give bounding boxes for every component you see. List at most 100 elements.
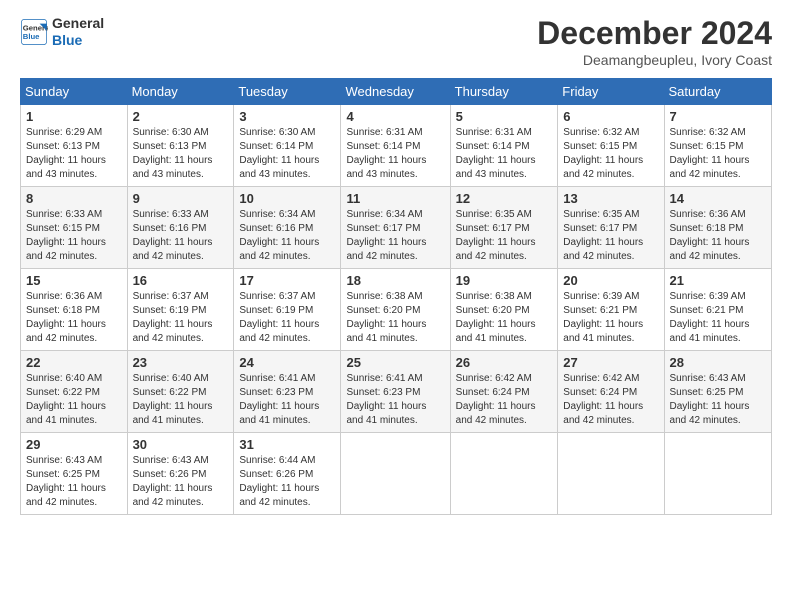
calendar-cell: 7 Sunrise: 6:32 AMSunset: 6:15 PMDaylight… <box>664 105 771 187</box>
day-number: 17 <box>239 273 335 288</box>
day-info: Sunrise: 6:33 AMSunset: 6:15 PMDaylight:… <box>26 208 122 264</box>
day-info: Sunrise: 6:37 AMSunset: 6:19 PMDaylight:… <box>133 290 229 346</box>
col-thursday: Thursday <box>450 79 558 105</box>
day-info: Sunrise: 6:40 AMSunset: 6:22 PMDaylight:… <box>133 372 229 428</box>
calendar-cell: 8 Sunrise: 6:33 AMSunset: 6:15 PMDaylight… <box>21 187 128 269</box>
day-info: Sunrise: 6:37 AMSunset: 6:19 PMDaylight:… <box>239 290 335 346</box>
calendar-cell: 23Sunrise: 6:40 AMSunset: 6:22 PMDayligh… <box>127 351 234 433</box>
day-number: 6 <box>563 109 658 124</box>
month-title: December 2024 <box>537 15 772 52</box>
day-number: 10 <box>239 191 335 206</box>
col-tuesday: Tuesday <box>234 79 341 105</box>
day-number: 13 <box>563 191 658 206</box>
day-number: 29 <box>26 437 122 452</box>
day-number: 20 <box>563 273 658 288</box>
day-info: Sunrise: 6:39 AMSunset: 6:21 PMDaylight:… <box>563 290 658 346</box>
day-number: 5 <box>456 109 553 124</box>
calendar-cell: 29 Sunrise: 6:43 AMSunset: 6:25 PMDayligh… <box>21 433 128 515</box>
svg-text:Blue: Blue <box>23 32 40 41</box>
day-number: 7 <box>670 109 766 124</box>
col-sunday: Sunday <box>21 79 128 105</box>
calendar-cell: 5 Sunrise: 6:31 AMSunset: 6:14 PMDaylight… <box>450 105 558 187</box>
day-info: Sunrise: 6:33 AMSunset: 6:16 PMDaylight:… <box>133 208 229 264</box>
day-info: Sunrise: 6:43 AMSunset: 6:25 PMDaylight:… <box>26 454 122 510</box>
calendar: Sunday Monday Tuesday Wednesday Thursday… <box>20 78 772 515</box>
day-number: 22 <box>26 355 122 370</box>
col-saturday: Saturday <box>664 79 771 105</box>
day-number: 14 <box>670 191 766 206</box>
calendar-cell: 21 Sunrise: 6:39 AMSunset: 6:21 PMDayligh… <box>664 269 771 351</box>
calendar-cell: 22 Sunrise: 6:40 AMSunset: 6:22 PMDayligh… <box>21 351 128 433</box>
calendar-cell: 10 Sunrise: 6:34 AMSunset: 6:16 PMDayligh… <box>234 187 341 269</box>
day-info: Sunrise: 6:31 AMSunset: 6:14 PMDaylight:… <box>456 126 553 182</box>
calendar-cell: 25Sunrise: 6:41 AMSunset: 6:23 PMDayligh… <box>341 351 450 433</box>
logo: General Blue General Blue <box>20 15 104 49</box>
day-number: 12 <box>456 191 553 206</box>
day-number: 18 <box>346 273 444 288</box>
day-info: Sunrise: 6:44 AMSunset: 6:26 PMDaylight:… <box>239 454 335 510</box>
col-friday: Friday <box>558 79 664 105</box>
page: General Blue General Blue December 2024 … <box>0 0 792 612</box>
day-number: 31 <box>239 437 335 452</box>
day-number: 28 <box>670 355 766 370</box>
col-monday: Monday <box>127 79 234 105</box>
calendar-cell <box>664 433 771 515</box>
calendar-cell: 20 Sunrise: 6:39 AMSunset: 6:21 PMDayligh… <box>558 269 664 351</box>
calendar-cell: 13Sunrise: 6:35 AMSunset: 6:17 PMDayligh… <box>558 187 664 269</box>
header: General Blue General Blue December 2024 … <box>20 15 772 68</box>
day-info: Sunrise: 6:34 AMSunset: 6:16 PMDaylight:… <box>239 208 335 264</box>
day-info: Sunrise: 6:30 AMSunset: 6:14 PMDaylight:… <box>239 126 335 182</box>
day-number: 1 <box>26 109 122 124</box>
day-info: Sunrise: 6:29 AMSunset: 6:13 PMDaylight:… <box>26 126 122 182</box>
day-info: Sunrise: 6:32 AMSunset: 6:15 PMDaylight:… <box>670 126 766 182</box>
day-number: 4 <box>346 109 444 124</box>
calendar-cell: 31 Sunrise: 6:44 AMSunset: 6:26 PMDayligh… <box>234 433 341 515</box>
day-number: 21 <box>670 273 766 288</box>
calendar-cell: 16 Sunrise: 6:37 AMSunset: 6:19 PMDayligh… <box>127 269 234 351</box>
col-wednesday: Wednesday <box>341 79 450 105</box>
location: Deamangbeupleu, Ivory Coast <box>537 52 772 68</box>
calendar-cell: 15 Sunrise: 6:36 AMSunset: 6:18 PMDayligh… <box>21 269 128 351</box>
day-info: Sunrise: 6:30 AMSunset: 6:13 PMDaylight:… <box>133 126 229 182</box>
day-info: Sunrise: 6:35 AMSunset: 6:17 PMDaylight:… <box>456 208 553 264</box>
calendar-cell: 6Sunrise: 6:32 AMSunset: 6:15 PMDaylight… <box>558 105 664 187</box>
day-info: Sunrise: 6:41 AMSunset: 6:23 PMDaylight:… <box>346 372 444 428</box>
day-info: Sunrise: 6:42 AMSunset: 6:24 PMDaylight:… <box>563 372 658 428</box>
day-number: 9 <box>133 191 229 206</box>
calendar-cell: 26Sunrise: 6:42 AMSunset: 6:24 PMDayligh… <box>450 351 558 433</box>
calendar-cell: 4 Sunrise: 6:31 AMSunset: 6:14 PMDaylight… <box>341 105 450 187</box>
calendar-cell <box>341 433 450 515</box>
day-info: Sunrise: 6:40 AMSunset: 6:22 PMDaylight:… <box>26 372 122 428</box>
calendar-cell: 1 Sunrise: 6:29 AMSunset: 6:13 PMDaylight… <box>21 105 128 187</box>
calendar-cell: 12 Sunrise: 6:35 AMSunset: 6:17 PMDayligh… <box>450 187 558 269</box>
logo-icon: General Blue <box>20 18 48 46</box>
day-number: 11 <box>346 191 444 206</box>
day-info: Sunrise: 6:41 AMSunset: 6:23 PMDaylight:… <box>239 372 335 428</box>
day-number: 2 <box>133 109 229 124</box>
calendar-cell: 3Sunrise: 6:30 AMSunset: 6:14 PMDaylight… <box>234 105 341 187</box>
day-number: 26 <box>456 355 553 370</box>
calendar-cell: 27Sunrise: 6:42 AMSunset: 6:24 PMDayligh… <box>558 351 664 433</box>
day-info: Sunrise: 6:39 AMSunset: 6:21 PMDaylight:… <box>670 290 766 346</box>
calendar-cell: 11Sunrise: 6:34 AMSunset: 6:17 PMDayligh… <box>341 187 450 269</box>
day-number: 24 <box>239 355 335 370</box>
day-info: Sunrise: 6:38 AMSunset: 6:20 PMDaylight:… <box>346 290 444 346</box>
title-block: December 2024 Deamangbeupleu, Ivory Coas… <box>537 15 772 68</box>
day-number: 30 <box>133 437 229 452</box>
calendar-cell: 19Sunrise: 6:38 AMSunset: 6:20 PMDayligh… <box>450 269 558 351</box>
day-number: 8 <box>26 191 122 206</box>
day-info: Sunrise: 6:36 AMSunset: 6:18 PMDaylight:… <box>26 290 122 346</box>
calendar-cell: 30 Sunrise: 6:43 AMSunset: 6:26 PMDayligh… <box>127 433 234 515</box>
day-info: Sunrise: 6:43 AMSunset: 6:26 PMDaylight:… <box>133 454 229 510</box>
calendar-cell <box>558 433 664 515</box>
day-info: Sunrise: 6:38 AMSunset: 6:20 PMDaylight:… <box>456 290 553 346</box>
logo-line1: General <box>52 15 104 32</box>
day-info: Sunrise: 6:36 AMSunset: 6:18 PMDaylight:… <box>670 208 766 264</box>
day-number: 15 <box>26 273 122 288</box>
calendar-cell: 17 Sunrise: 6:37 AMSunset: 6:19 PMDayligh… <box>234 269 341 351</box>
calendar-cell <box>450 433 558 515</box>
day-number: 16 <box>133 273 229 288</box>
day-info: Sunrise: 6:31 AMSunset: 6:14 PMDaylight:… <box>346 126 444 182</box>
day-info: Sunrise: 6:43 AMSunset: 6:25 PMDaylight:… <box>670 372 766 428</box>
calendar-cell: 2 Sunrise: 6:30 AMSunset: 6:13 PMDaylight… <box>127 105 234 187</box>
